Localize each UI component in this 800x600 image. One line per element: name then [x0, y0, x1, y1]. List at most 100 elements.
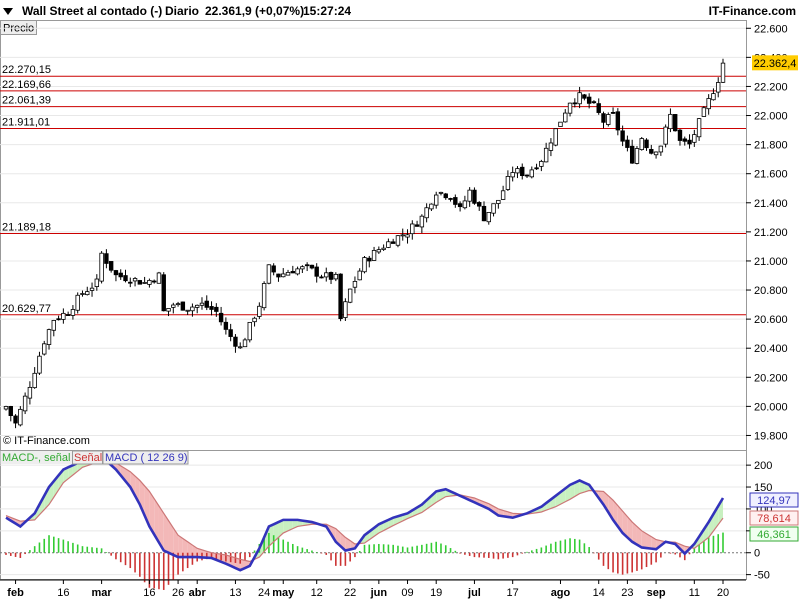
candle-body [457, 203, 463, 208]
macd-value: 124,97 [757, 495, 791, 507]
level-label: 22.169,66 [2, 79, 51, 91]
date-x-axis: feb 16 mar 16 26 abr 13 24 may 12 22 jun 09 19 jul 17 ag… [0, 579, 746, 599]
candle-body [151, 280, 157, 283]
candle-body [13, 415, 18, 424]
candle-body [701, 107, 707, 117]
candle-body [271, 265, 276, 273]
x-tick-label: 24 [258, 587, 270, 599]
candle-body [185, 309, 190, 312]
candle-body [194, 304, 200, 308]
candle-body [257, 305, 262, 317]
watermark: © IT-Finance.com [3, 435, 90, 447]
x-tick-label: sep [647, 587, 666, 599]
x-tick-label: 19 [430, 587, 442, 599]
candle-body [261, 283, 267, 309]
candle-body [448, 198, 453, 200]
candle-body [204, 300, 209, 308]
candle-body [429, 203, 434, 210]
candle-body [524, 174, 530, 177]
candle-body [386, 241, 391, 248]
price-y-tick-label: 20.800 [754, 285, 788, 297]
candle-body [376, 249, 382, 253]
candle-body [214, 306, 219, 312]
candle-body [46, 329, 52, 345]
candle-body [649, 149, 654, 154]
candle-body [634, 148, 640, 164]
candle-body [520, 166, 525, 177]
candle-body [438, 191, 444, 194]
signal-value: 78,614 [757, 513, 791, 525]
price-y-tick-label: 22.000 [754, 111, 788, 123]
x-tick-label: 12 [311, 587, 323, 599]
price-y-tick-label: 21.800 [754, 140, 788, 152]
candle-body [486, 211, 491, 223]
candle-body [610, 111, 616, 114]
candle-body [716, 82, 721, 93]
candle-body [696, 118, 702, 138]
candle-body [22, 395, 28, 412]
candle-body [567, 102, 573, 114]
legend-signal: Señal [74, 452, 102, 464]
candle-body [238, 346, 243, 349]
candle-body [32, 372, 37, 389]
candle-body [582, 94, 587, 99]
candle-body [639, 138, 644, 151]
candle-body [324, 272, 329, 278]
candle-body [606, 114, 611, 125]
candle-body [620, 130, 625, 142]
candle-body [343, 301, 348, 318]
candle-body [89, 287, 95, 291]
last-change: 22.361,9 (+0,07%) [205, 4, 304, 18]
candle-body [104, 253, 109, 264]
last-price-label: 22.362,4 [754, 58, 797, 70]
macd-panel-frame [0, 450, 747, 580]
candle-body [515, 168, 520, 174]
candle-body [591, 101, 597, 104]
candle-body [625, 139, 630, 148]
candle-body [720, 62, 726, 83]
candle-body [496, 199, 501, 204]
candle-body [548, 142, 554, 151]
candle-body [199, 302, 205, 306]
candle-body [190, 306, 195, 312]
candle-body [673, 114, 678, 132]
x-tick-label: 14 [593, 587, 605, 599]
timeframe-label: Diario [165, 4, 199, 18]
candle-body [706, 98, 711, 110]
candle-body [414, 224, 420, 227]
candle-body [132, 278, 138, 282]
price-y-tick-label: 22.200 [754, 81, 788, 93]
candle-body [290, 271, 295, 274]
candle-body [123, 275, 128, 282]
candle-body [682, 138, 687, 142]
candle-body [677, 129, 683, 141]
candle-body [424, 207, 429, 219]
candle-body [333, 273, 339, 280]
time-label: 15:27:24 [303, 4, 351, 18]
candle-body [543, 147, 549, 163]
level-label: 20.629,77 [2, 303, 51, 315]
candle-body [467, 189, 472, 202]
x-tick-label: 16 [143, 587, 155, 599]
candle-body [357, 270, 362, 281]
price-y-tick-label: 19.800 [754, 430, 788, 442]
candle-body [128, 281, 133, 284]
price-y-tick-label: 22.600 [754, 23, 788, 35]
candle-body [75, 294, 80, 311]
legend-macd: MACD ( 12 26 9) [105, 452, 188, 464]
candle-body [381, 247, 386, 250]
candle-body [338, 273, 343, 320]
candle-body [400, 234, 405, 237]
candle-body [352, 281, 358, 288]
price-y-tick-label: 20.000 [754, 401, 788, 413]
candle-body [142, 282, 147, 284]
x-tick-label: 26 [172, 587, 184, 599]
candle-body [281, 273, 286, 278]
candle-body [500, 190, 506, 200]
candle-body [586, 96, 592, 104]
candle-body [266, 264, 272, 284]
macd-y-tick-label: 0 [754, 548, 760, 560]
candle-body [161, 274, 166, 312]
candle-body [505, 176, 511, 190]
candle-body [175, 303, 181, 306]
